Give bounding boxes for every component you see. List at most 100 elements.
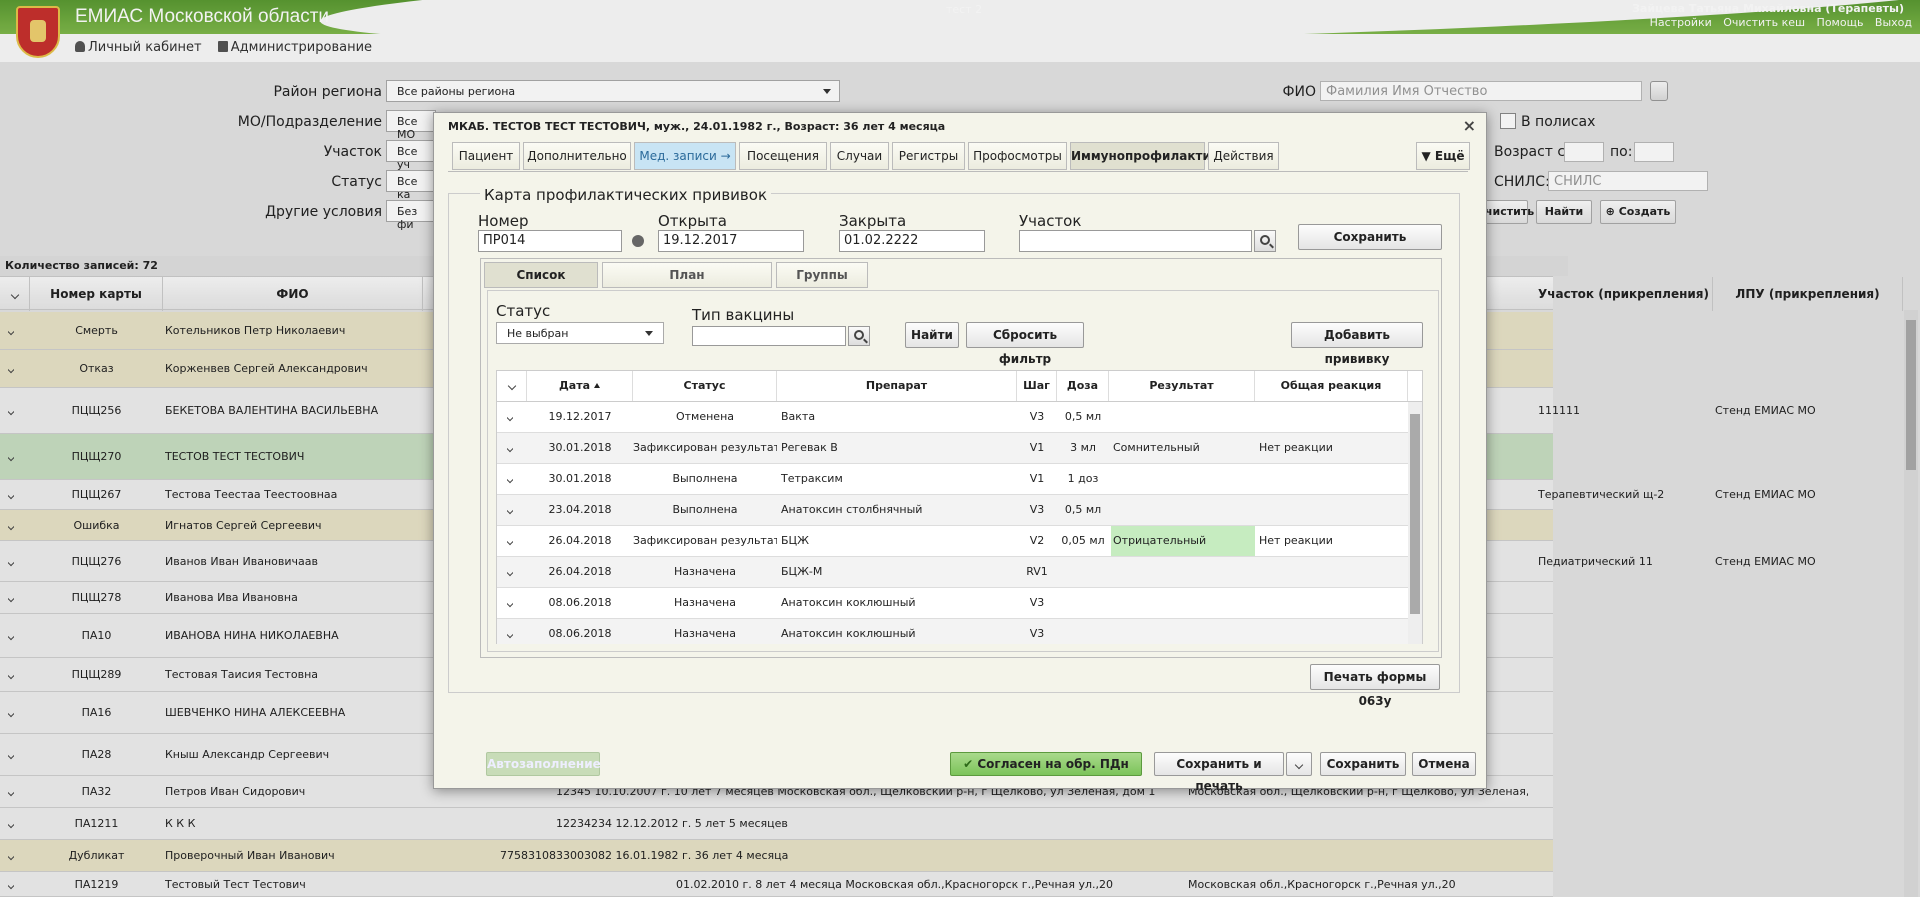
grid-body: 19.12.2017 Отменена Вакта V3 0,5 мл 30.01.201… <box>497 402 1408 644</box>
chevron-down-icon <box>507 629 513 639</box>
tab-patient[interactable]: Пациент <box>452 142 520 170</box>
row-expand-icon[interactable] <box>507 526 513 556</box>
chevron-down-icon <box>507 412 513 422</box>
grid-column-result[interactable]: Результат <box>1109 371 1255 401</box>
grid-cell-drug: Анатоксин столбнячный <box>781 503 923 516</box>
chevron-down-icon <box>507 598 513 608</box>
grid-cell-status: Назначена <box>674 565 736 578</box>
consent-button[interactable]: ✔ Согласен на обр. ПДн <box>950 752 1142 776</box>
row-expand-icon[interactable] <box>507 588 513 618</box>
tab-actions[interactable]: Действия <box>1208 142 1279 170</box>
grid-cell-reaction <box>1257 464 1407 494</box>
grid-row[interactable]: 26.04.2018 Зафиксирован результат БЦЖ V2 0,0… <box>497 526 1408 557</box>
card-legend: Карта профилактических прививок <box>480 186 772 204</box>
grid-row[interactable]: 08.06.2018 Назначена Анатоксин коклюшный V3 <box>497 588 1408 619</box>
tab-med-records[interactable]: Мед. записи → <box>634 142 736 170</box>
grid-cell-step: V3 <box>1029 410 1045 423</box>
grid-cell-step: V1 <box>1029 472 1045 485</box>
subtab-immunization-plan[interactable]: План иммунопрофилактики <box>602 262 772 306</box>
grid-cell-date: 08.06.2018 <box>548 596 612 609</box>
vaccine-type-search-button[interactable] <box>848 326 870 346</box>
grid-cell-result <box>1111 619 1255 644</box>
district-label: Участок <box>1019 212 1082 230</box>
grid-cell-status: Назначена <box>674 627 736 640</box>
reset-filter-button[interactable]: Сбросить фильтр <box>966 322 1084 366</box>
grid-column-drug[interactable]: Препарат <box>777 371 1017 401</box>
grid-cell-dose: 0,5 мл <box>1064 410 1102 423</box>
grid-cell-result <box>1111 464 1255 494</box>
tab-additional[interactable]: Дополнительно <box>523 142 631 170</box>
grid-column-date[interactable]: Дата <box>527 371 633 401</box>
grid-row[interactable]: 26.04.2018 Назначена БЦЖ-М RV1 <box>497 557 1408 588</box>
grid-column-status[interactable]: Статус <box>633 371 777 401</box>
grid-cell-reaction <box>1257 557 1407 587</box>
chevron-down-icon <box>507 381 516 391</box>
tab-immunization[interactable]: Иммунопрофилактика <box>1070 142 1227 170</box>
grid-column-dose[interactable]: Доза <box>1057 371 1109 401</box>
grid-cell-step: V1 <box>1029 441 1045 454</box>
subtab-risk-groups[interactable]: Группы риска <box>776 262 868 306</box>
number-input[interactable]: ПР014 <box>478 230 622 252</box>
find-vaccination-button[interactable]: Найти <box>905 322 959 348</box>
grid-cell-dose: 3 мл <box>1070 441 1096 454</box>
number-action-icon[interactable] <box>632 235 644 247</box>
row-expand-icon[interactable] <box>507 557 513 587</box>
check-icon: ✔ <box>963 757 978 771</box>
save-button[interactable]: Сохранить <box>1320 752 1406 776</box>
save-print-button[interactable]: Сохранить и печать <box>1154 752 1284 793</box>
grid-header: Дата Статус Препарат Шаг Доза Результат … <box>497 371 1422 402</box>
row-expand-icon[interactable] <box>507 464 513 494</box>
chevron-down-icon <box>507 474 513 484</box>
subtab-vaccination-list[interactable]: Список прививок <box>484 262 598 306</box>
grid-cell-status: Зафиксирован результат <box>633 441 777 454</box>
closed-date-input[interactable]: 01.02.2222 <box>839 230 985 252</box>
add-vaccination-button[interactable]: Добавить прививку <box>1291 322 1423 366</box>
grid-cell-date: 26.04.2018 <box>548 534 612 547</box>
sort-up-icon <box>594 383 601 388</box>
district-search-button[interactable] <box>1254 230 1276 252</box>
grid-cell-step: V3 <box>1029 596 1045 609</box>
print-form-063-button[interactable]: Печать формы 063у <box>1310 664 1440 708</box>
grid-cell-result <box>1111 588 1255 618</box>
save-print-menu-button[interactable] <box>1286 752 1312 776</box>
opened-date-input[interactable]: 19.12.2017 <box>658 230 804 252</box>
opened-label: Открыта <box>658 212 727 230</box>
grid-cell-reaction <box>1257 619 1407 644</box>
cancel-button[interactable]: Отмена <box>1412 752 1476 776</box>
grid-cell-step: V3 <box>1029 503 1045 516</box>
grid-row[interactable]: 30.01.2018 Зафиксирован результат Регевак … <box>497 433 1408 464</box>
vaccine-type-input[interactable] <box>692 326 846 346</box>
grid-row[interactable]: 30.01.2018 Выполнена Тетраксим V1 1 доз <box>497 464 1408 495</box>
grid-cell-dose <box>1057 588 1109 618</box>
search-icon <box>1260 235 1270 245</box>
grid-cell-reaction <box>1257 402 1407 432</box>
row-expand-icon[interactable] <box>507 495 513 525</box>
chevron-down-icon <box>507 443 513 453</box>
grid-cell-drug: Тетраксим <box>781 472 843 485</box>
grid-cell-step: RV1 <box>1026 565 1048 578</box>
grid-expand-all[interactable] <box>497 371 527 401</box>
close-icon[interactable]: × <box>1463 116 1476 135</box>
grid-column-step[interactable]: Шаг <box>1017 371 1057 401</box>
grid-row[interactable]: 19.12.2017 Отменена Вакта V3 0,5 мл <box>497 402 1408 433</box>
grid-row[interactable]: 08.06.2018 Назначена Анатоксин коклюшный V3 <box>497 619 1408 644</box>
autofill-button[interactable]: Автозаполнение <box>486 752 601 776</box>
row-expand-icon[interactable] <box>507 402 513 432</box>
grid-cell-drug: Вакта <box>781 410 816 423</box>
grid-scrollbar-thumb[interactable] <box>1410 414 1420 614</box>
grid-cell-status: Выполнена <box>672 503 738 516</box>
save-changes-button[interactable]: Сохранить изменения <box>1298 224 1442 268</box>
status-filter-select[interactable]: Не выбран <box>496 322 664 344</box>
tab-checkups[interactable]: Профосмотры <box>968 142 1067 170</box>
row-expand-icon[interactable] <box>507 433 513 463</box>
district-input[interactable] <box>1019 230 1252 252</box>
grid-row[interactable]: 23.04.2018 Выполнена Анатоксин столбнячный… <box>497 495 1408 526</box>
grid-column-reaction[interactable]: Общая реакция <box>1255 371 1408 401</box>
row-expand-icon[interactable] <box>507 619 513 644</box>
vaccinations-grid: Дата Статус Препарат Шаг Доза Результат … <box>496 370 1423 644</box>
tab-more[interactable]: ▼ Ещё <box>1416 142 1470 170</box>
tab-visits[interactable]: Посещения <box>739 142 827 170</box>
grid-scrollbar[interactable] <box>1408 402 1422 644</box>
tab-cases[interactable]: Случаи <box>830 142 889 170</box>
tab-registers[interactable]: Регистры <box>892 142 965 170</box>
